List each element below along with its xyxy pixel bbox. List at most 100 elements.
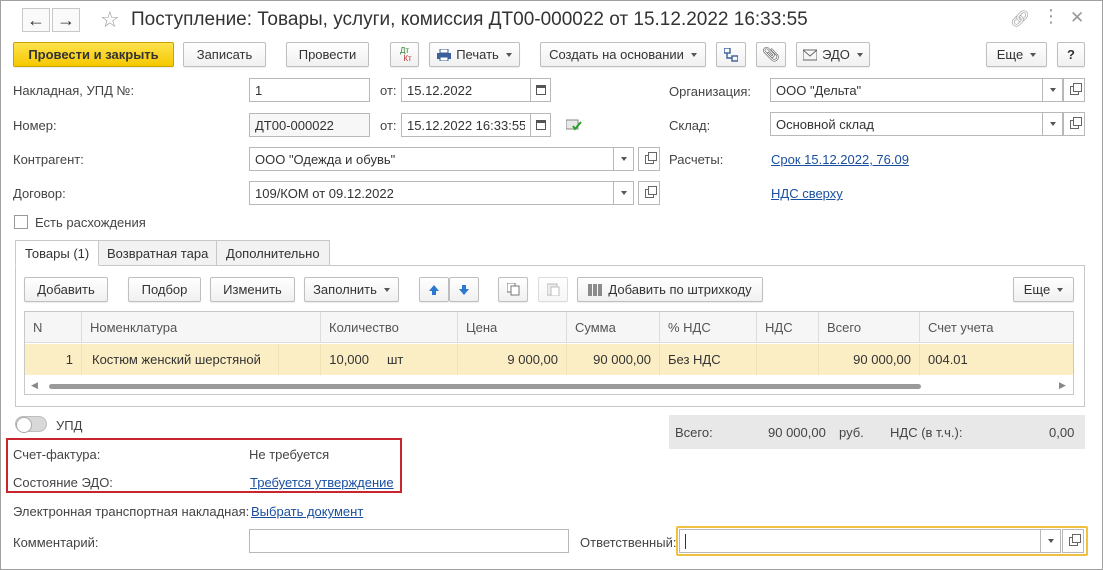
attach-button[interactable]: 📎︎ xyxy=(756,42,786,67)
warehouse-field[interactable]: Основной склад xyxy=(770,112,1043,136)
edo-icon xyxy=(803,49,818,60)
cell-price[interactable]: 9 000,00 xyxy=(458,344,567,375)
printer-icon xyxy=(437,48,452,61)
contract-dropdown-button[interactable] xyxy=(614,181,634,205)
invoice-date-calendar-button[interactable] xyxy=(531,78,551,102)
number-date-calendar-button[interactable] xyxy=(531,113,551,137)
responsible-field[interactable] xyxy=(679,529,1041,553)
invoice-number-field[interactable]: 1 xyxy=(249,78,370,102)
contract-field[interactable]: 109/КОМ от 09.12.2022 xyxy=(249,181,614,205)
structure-button[interactable] xyxy=(716,42,746,67)
number-field[interactable]: ДТ00-000022 xyxy=(249,113,370,137)
column-header-n[interactable]: N xyxy=(25,312,82,343)
column-header-sum[interactable]: Сумма xyxy=(567,312,660,343)
currency-label: руб. xyxy=(839,425,864,440)
pick-button[interactable]: Подбор xyxy=(128,277,201,302)
cell-unit[interactable]: шт xyxy=(379,344,458,375)
edo-state-link[interactable]: Требуется утверждение xyxy=(250,475,394,490)
more-menu-icon[interactable]: ⋮ xyxy=(1042,6,1060,27)
number-date-value: 15.12.2022 16:33:55 xyxy=(407,117,525,133)
invoice-number-value: 1 xyxy=(255,82,263,98)
number-date-from-label: от: xyxy=(380,118,397,133)
scroll-right-icon[interactable]: ▶ xyxy=(1059,380,1066,391)
check-document-icon[interactable] xyxy=(565,119,582,134)
print-button[interactable]: Печать xyxy=(429,42,520,67)
horizontal-scrollbar[interactable]: ◀ ▶ xyxy=(25,378,1073,394)
create-based-on-label: Создать на основании xyxy=(549,47,684,62)
column-header-price[interactable]: Цена xyxy=(458,312,567,343)
column-header-quantity[interactable]: Количество xyxy=(321,312,458,343)
table-row[interactable]: 1 Костюм женский шерстяной 10,000 шт 9 0… xyxy=(25,344,1073,375)
invoice-date-field[interactable]: 15.12.2022 xyxy=(401,78,531,102)
total-value: 90 000,00 xyxy=(768,425,826,440)
cell-vat-rate[interactable]: Без НДС xyxy=(660,344,757,375)
warehouse-dropdown-button[interactable] xyxy=(1043,112,1063,136)
more-button[interactable]: Еще xyxy=(986,42,1047,67)
cell-sum[interactable]: 90 000,00 xyxy=(567,344,660,375)
organization-dropdown-button[interactable] xyxy=(1043,78,1063,102)
totals-panel: Всего: 90 000,00 руб. НДС (в т.ч.): 0,00 xyxy=(669,415,1085,449)
etn-link[interactable]: Выбрать документ xyxy=(251,504,363,519)
page-title: Поступление: Товары, услуги, комиссия ДТ… xyxy=(131,9,808,30)
add-row-button[interactable]: Добавить xyxy=(24,277,108,302)
cell-total[interactable]: 90 000,00 xyxy=(819,344,920,375)
comment-field[interactable] xyxy=(249,529,569,553)
cell-vat[interactable] xyxy=(757,344,819,375)
cell-item[interactable]: Костюм женский шерстяной xyxy=(82,344,279,375)
contract-open-button[interactable] xyxy=(638,181,660,205)
cell-item-characteristic[interactable] xyxy=(279,344,321,375)
column-header-vat-rate[interactable]: % НДС xyxy=(660,312,757,343)
tab-returnable-containers[interactable]: Возвратная тара xyxy=(97,240,219,266)
number-date-field[interactable]: 15.12.2022 16:33:55 xyxy=(401,113,531,137)
settlements-link[interactable]: Срок 15.12.2022, 76.09 xyxy=(771,152,909,167)
move-up-button[interactable] xyxy=(419,277,449,302)
cell-n[interactable]: 1 xyxy=(25,344,82,375)
vat-included-value: 0,00 xyxy=(1049,425,1075,440)
fill-button[interactable]: Заполнить xyxy=(304,277,399,302)
save-button[interactable]: Записать xyxy=(183,42,266,67)
help-button[interactable]: ? xyxy=(1057,42,1085,67)
tab-additional[interactable]: Дополнительно xyxy=(216,240,330,266)
edo-state-label: Состояние ЭДО: xyxy=(13,475,113,490)
discrepancy-checkbox[interactable] xyxy=(14,215,28,229)
responsible-dropdown-button[interactable] xyxy=(1041,529,1061,553)
favorite-star-icon[interactable]: ☆ xyxy=(100,7,120,33)
copy-button[interactable] xyxy=(498,277,528,302)
change-button[interactable]: Изменить xyxy=(210,277,295,302)
cell-account[interactable]: 004.01 xyxy=(920,344,1073,375)
warehouse-open-button[interactable] xyxy=(1063,112,1085,136)
forward-button[interactable]: → xyxy=(52,8,80,32)
contractor-open-button[interactable] xyxy=(638,147,660,171)
column-header-account[interactable]: Счет учета xyxy=(920,312,1073,343)
post-button[interactable]: Провести xyxy=(286,42,369,67)
edo-label: ЭДО xyxy=(822,47,850,62)
contractor-field[interactable]: ООО "Одежда и обувь" xyxy=(249,147,614,171)
organization-open-button[interactable] xyxy=(1063,78,1085,102)
post-and-close-button[interactable]: Провести и закрыть xyxy=(13,42,174,67)
column-header-item[interactable]: Номенклатура xyxy=(82,312,321,343)
add-by-barcode-button[interactable]: Добавить по штрихкоду xyxy=(577,277,763,302)
contractor-dropdown-button[interactable] xyxy=(614,147,634,171)
move-down-button[interactable] xyxy=(449,277,479,302)
paste-button[interactable] xyxy=(538,277,568,302)
close-icon[interactable]: ✕ xyxy=(1070,8,1084,28)
tab-goods[interactable]: Товары (1) xyxy=(15,240,100,266)
contract-label: Договор: xyxy=(13,186,66,201)
vat-link[interactable]: НДС сверху xyxy=(771,186,843,201)
table-more-button[interactable]: Еще xyxy=(1013,277,1074,302)
link-icon[interactable]: 🔗︎ xyxy=(1010,9,1030,29)
organization-field[interactable]: ООО "Дельта" xyxy=(770,78,1043,102)
column-header-total[interactable]: Всего xyxy=(819,312,920,343)
edo-button[interactable]: ЭДО xyxy=(796,42,870,67)
scroll-left-icon[interactable]: ◀ xyxy=(31,380,38,391)
back-button[interactable]: ← xyxy=(22,8,50,32)
fill-label: Заполнить xyxy=(313,282,377,297)
upd-toggle[interactable] xyxy=(15,416,47,433)
column-header-vat[interactable]: НДС xyxy=(757,312,819,343)
cell-quantity[interactable]: 10,000 xyxy=(321,344,379,375)
responsible-open-button[interactable] xyxy=(1062,529,1084,553)
text-cursor xyxy=(685,533,686,549)
scrollbar-thumb[interactable] xyxy=(49,384,921,389)
dt-kt-button[interactable]: Дт Кт xyxy=(390,42,419,67)
create-based-on-button[interactable]: Создать на основании xyxy=(540,42,706,67)
